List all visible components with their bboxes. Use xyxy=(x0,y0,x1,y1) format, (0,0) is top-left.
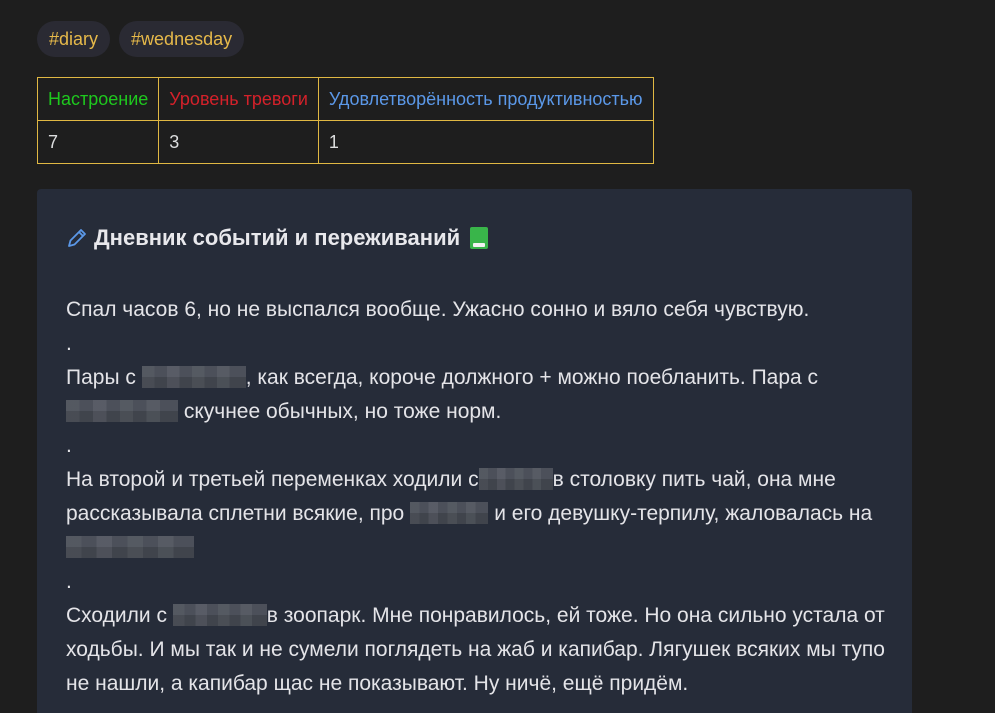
header-anxiety[interactable]: Уровень тревоги xyxy=(158,77,319,121)
mood-table: Настроение Уровень тревоги Удовлетворённ… xyxy=(36,77,654,164)
redacted-blur xyxy=(66,400,178,422)
paragraph: Сходили с в зоопарк. Мне понравилось, ей… xyxy=(66,604,885,695)
diary-callout: Дневник событий и переживаний Спал часов… xyxy=(37,189,912,713)
cell-anxiety-value[interactable]: 3 xyxy=(158,120,319,164)
separator-dot: . xyxy=(66,570,72,593)
tag-wednesday[interactable]: #wednesday xyxy=(119,21,245,57)
separator-dot: . xyxy=(66,332,72,355)
note-page: #diary #wednesday Настроение Уровень тре… xyxy=(0,0,995,713)
redacted-blur xyxy=(66,536,194,558)
tag-list: #diary #wednesday xyxy=(37,21,245,57)
tag-diary[interactable]: #diary xyxy=(37,21,111,57)
separator-dot: . xyxy=(66,434,72,457)
green-book-icon xyxy=(470,227,489,249)
paragraph: Пары с , как всегда, короче должного + м… xyxy=(66,366,819,423)
cell-mood-value[interactable]: 7 xyxy=(36,120,160,164)
redacted-blur xyxy=(172,604,267,626)
header-productivity[interactable]: Удовлетворённость продуктивностью xyxy=(317,77,654,121)
redacted-blur xyxy=(141,366,246,388)
table-header-row: Настроение Уровень тревоги Удовлетворённ… xyxy=(36,77,654,121)
callout-body[interactable]: Спал часов 6, но не выспался вообще. Ужа… xyxy=(66,293,896,701)
cell-productivity-value[interactable]: 1 xyxy=(317,120,654,164)
pencil-icon xyxy=(66,227,88,249)
table-row: 7 3 1 xyxy=(36,120,654,164)
paragraph: На второй и третьей переменках ходили св… xyxy=(66,463,896,565)
redacted-blur xyxy=(410,502,489,524)
callout-title-text: Дневник событий и переживаний xyxy=(94,225,461,250)
paragraph: Спал часов 6, но не выспался вообще. Ужа… xyxy=(66,298,810,321)
header-mood[interactable]: Настроение xyxy=(36,77,160,121)
redacted-blur xyxy=(478,468,553,490)
callout-title[interactable]: Дневник событий и переживаний xyxy=(66,225,489,251)
